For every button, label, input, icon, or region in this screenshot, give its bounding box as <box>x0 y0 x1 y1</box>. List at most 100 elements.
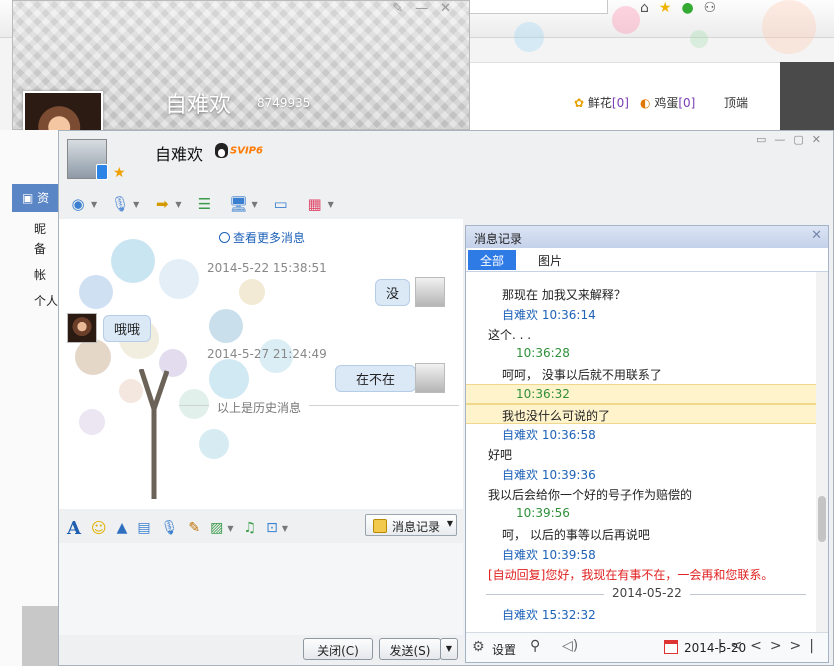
history-message[interactable]: 我以后会给你一个好的号子作为赔偿的 <box>466 484 818 504</box>
restore-icon[interactable]: ▭ <box>756 133 774 146</box>
skin-icon[interactable]: ✎ <box>392 1 415 16</box>
history-panel-title: 消息记录 <box>474 232 523 246</box>
settings-link[interactable]: 设置 <box>492 641 516 658</box>
chat-window-controls: ▭—▢✕ <box>756 133 829 146</box>
calendar-icon[interactable] <box>664 640 678 654</box>
sidebar-item[interactable]: 昵 <box>34 220 46 237</box>
history-message[interactable]: 呵呵， 没事以后就不用联系了 <box>466 364 818 384</box>
voice-message-icon[interactable]: 🎙 <box>161 520 179 536</box>
sidebar-item[interactable]: 个人 <box>34 292 58 309</box>
chevron-down-icon[interactable]: ▼ <box>133 200 139 209</box>
maximize-icon[interactable]: ▢ <box>793 133 811 146</box>
chevron-down-icon[interactable]: ▼ <box>251 200 257 209</box>
history-message[interactable]: 那现在 加我又来解释？ <box>466 284 818 304</box>
bg-bubble-decoration <box>514 22 544 52</box>
history-message[interactable]: 我也没什么可说的了 <box>466 404 818 424</box>
history-sender-time[interactable]: 自难欢 10:36:14 <box>466 304 818 324</box>
minimize-icon[interactable]: — <box>415 1 440 16</box>
image-icon[interactable]: ▨ <box>210 520 223 536</box>
self-avatar[interactable] <box>415 363 445 393</box>
history-list[interactable]: 那现在 加我又来解释？ 自难欢 10:36:14 这个. . . 10:36:28 呵呵… <box>466 272 818 632</box>
history-sender-time[interactable]: 自难欢 10:39:36 <box>466 464 818 484</box>
chevron-down-icon[interactable]: ▼ <box>227 524 233 533</box>
minimize-icon[interactable]: — <box>774 133 793 146</box>
close-button[interactable]: 关闭(C) <box>303 638 373 660</box>
chevron-down-icon[interactable]: ▼ <box>447 519 453 528</box>
contact-message-avatar[interactable] <box>67 313 97 343</box>
contact-avatar[interactable] <box>67 139 108 180</box>
history-message[interactable]: 好吧 <box>466 444 818 464</box>
history-divider-label: 以上是历史消息 <box>209 399 310 416</box>
self-avatar[interactable] <box>415 277 445 307</box>
message-bubble-incoming[interactable]: 哦哦 <box>103 315 152 342</box>
message-bubble-outgoing[interactable]: 没 <box>375 279 411 306</box>
first-page-icon[interactable]: |< <box>718 638 750 654</box>
video-call-icon[interactable]: ◉ <box>67 194 89 214</box>
sidebar-item[interactable]: 帐 <box>34 266 46 283</box>
view-more-messages-link[interactable]: 查看更多消息 <box>219 229 305 246</box>
history-message[interactable]: 这个. . . <box>466 324 818 344</box>
close-icon[interactable]: ✕ <box>811 228 822 243</box>
gif-icon[interactable]: ▤ <box>137 520 150 536</box>
music-icon[interactable]: ♫ <box>244 520 257 536</box>
sidebar-tab-info[interactable]: ▣ 资 <box>12 184 60 212</box>
vip-star-icon: ★ <box>113 165 126 181</box>
tree-dot-decoration <box>239 279 265 305</box>
app-grid-icon[interactable]: ▦ <box>304 194 326 214</box>
tree-trunk-decoration <box>139 369 169 499</box>
close-icon[interactable]: ✕ <box>812 133 829 146</box>
emoji-icon[interactable]: ☺ <box>91 519 107 537</box>
flower-stat[interactable]: ✿ 鲜花[0] <box>574 94 629 111</box>
history-sender-time[interactable]: 10:39:56 <box>466 504 818 524</box>
tab-pictures[interactable]: 图片 <box>526 250 574 270</box>
remote-desktop-icon[interactable]: 🖥 <box>227 194 249 214</box>
history-message[interactable]: 呵， 以后的事等以后再说吧 <box>466 524 818 544</box>
chevron-down-icon[interactable]: ▼ <box>91 200 97 209</box>
prev-page-icon[interactable]: < <box>750 638 770 654</box>
history-sender-time[interactable]: 自难欢 10:39:58 <box>466 544 818 564</box>
chat-icon[interactable]: ● <box>681 0 703 16</box>
last-page-icon[interactable]: >| <box>790 638 822 654</box>
history-sender-time[interactable]: 自难欢 10:36:58 <box>466 424 818 444</box>
shake-icon[interactable]: ▲ <box>117 520 128 536</box>
close-icon[interactable]: ✕ <box>440 1 463 16</box>
send-button[interactable]: 发送(S) <box>379 638 441 660</box>
search-icon[interactable]: ⚲ <box>530 638 540 654</box>
home-icon[interactable]: ⌂ <box>640 0 659 16</box>
message-input[interactable] <box>59 543 463 635</box>
favorites-star-icon[interactable]: ★ <box>659 0 682 16</box>
egg-stat[interactable]: ◐ 鸡蛋[0] <box>640 94 695 111</box>
history-sender-time[interactable]: 10:36:32 <box>466 384 818 404</box>
message-history-button[interactable]: 消息记录 ▼ <box>365 514 457 536</box>
font-format-icon[interactable]: A <box>67 518 81 539</box>
file-transfer-icon[interactable]: ➡ <box>151 194 173 214</box>
browser-toolbar-icons[interactable]: ⌂★●⚇ <box>640 0 726 16</box>
svip-badge[interactable]: SVIP6 <box>215 143 263 158</box>
screenshot-icon[interactable]: ⊡ <box>266 520 278 536</box>
top-link[interactable]: 顶端 <box>724 94 748 111</box>
speaker-icon[interactable]: ◁) <box>562 638 578 654</box>
history-sender-time[interactable]: 10:36:28 <box>466 344 818 364</box>
chevron-down-icon[interactable]: ▼ <box>282 524 288 533</box>
view-more-label: 查看更多消息 <box>233 231 306 245</box>
create-discussion-icon[interactable]: ☰ <box>193 194 215 214</box>
screen-share-icon[interactable]: ▭ <box>270 194 292 214</box>
handwriting-icon[interactable]: ✎ <box>188 520 200 536</box>
history-scrollbar[interactable] <box>816 272 828 632</box>
chevron-down-icon[interactable]: ▼ <box>328 200 334 209</box>
scrollbar-thumb[interactable] <box>818 496 826 542</box>
message-bubble-outgoing[interactable]: 在不在 <box>335 365 417 392</box>
extension-icon[interactable]: ⚇ <box>704 0 727 16</box>
tree-dot-decoration <box>75 339 111 375</box>
chat-message-area[interactable]: 查看更多消息 2014-5-22 15:38:51 没 哦哦 2014-5-27… <box>59 219 463 509</box>
tab-all[interactable]: 全部 <box>468 250 517 270</box>
history-message[interactable]: [自动回复]您好，我现在有事不在，一会再和您联系。 <box>466 564 818 584</box>
chevron-down-icon[interactable]: ▼ <box>175 200 181 209</box>
browser-address-bar[interactable] <box>468 0 608 14</box>
voice-call-icon[interactable]: 🎙 <box>109 194 131 214</box>
history-sender-time[interactable]: 自难欢 15:32:32 <box>466 604 818 624</box>
sidebar-item[interactable]: 备 <box>34 240 46 257</box>
next-page-icon[interactable]: > <box>770 638 790 654</box>
send-options-dropdown[interactable]: ▼ <box>440 638 458 660</box>
gear-icon[interactable]: ⚙ <box>472 639 485 655</box>
